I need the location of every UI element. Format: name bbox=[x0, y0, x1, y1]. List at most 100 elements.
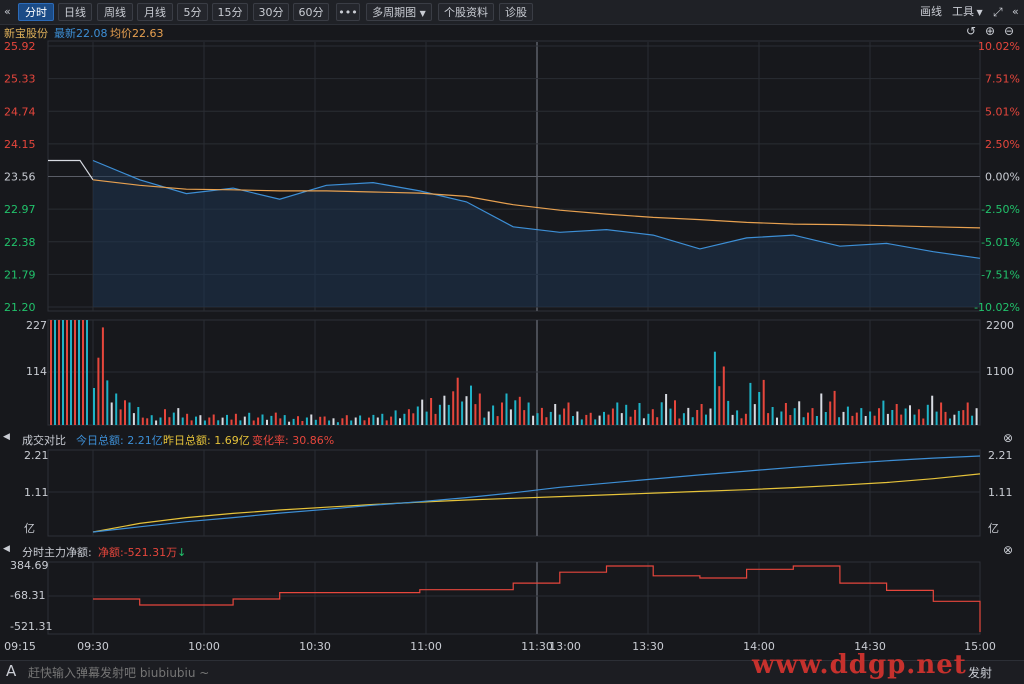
zoom-out-icon[interactable]: ⊖ bbox=[1004, 24, 1014, 38]
volume-bar bbox=[696, 410, 699, 425]
volume-bar bbox=[563, 408, 566, 425]
volume-bar bbox=[274, 412, 277, 425]
send-button[interactable]: 发射 bbox=[968, 664, 992, 681]
collapse-panel-icon[interactable]: ◀ bbox=[3, 544, 10, 554]
close-panel-icon[interactable]: ⊗ bbox=[1003, 543, 1013, 557]
net-flow-value: 净额:-521.31万↓ bbox=[98, 544, 186, 560]
volume-bar bbox=[873, 415, 876, 425]
price-tick-label: 23.56 bbox=[4, 171, 36, 184]
volume-bar bbox=[957, 410, 960, 425]
volume-bar bbox=[385, 420, 388, 425]
volume-bar bbox=[727, 400, 730, 425]
volume-bar bbox=[705, 414, 707, 425]
flow-tick-label: -521.31 bbox=[10, 620, 52, 633]
volume-bar bbox=[190, 420, 193, 425]
volume-bar bbox=[882, 400, 885, 425]
volume-bar bbox=[70, 320, 72, 425]
pct-tick-label: -5.01% bbox=[981, 236, 1020, 249]
volume-bar bbox=[589, 412, 592, 425]
volume-bar bbox=[713, 351, 716, 425]
close-panel-icon[interactable]: ⊗ bbox=[1003, 431, 1013, 445]
volume-bar bbox=[150, 415, 153, 425]
volume-bar bbox=[399, 418, 401, 425]
font-a-icon[interactable]: A bbox=[6, 662, 16, 680]
volume-bar bbox=[328, 420, 331, 425]
volume-bar bbox=[634, 409, 637, 425]
volume-bar bbox=[762, 379, 765, 425]
volume-bar bbox=[855, 412, 858, 425]
compare-tick-label: 1.11 bbox=[24, 486, 49, 499]
volume-bar bbox=[669, 408, 672, 425]
time-tick-label: 10:00 bbox=[188, 640, 220, 653]
volume-bar bbox=[607, 414, 610, 425]
volume-bar bbox=[935, 411, 938, 425]
vol-tick-label: 227 bbox=[26, 319, 47, 332]
volume-bar bbox=[447, 404, 450, 425]
volume-bar bbox=[749, 382, 752, 425]
volume-bar bbox=[931, 395, 934, 425]
time-tick-label: 11:30 bbox=[521, 640, 553, 653]
volume-bar bbox=[678, 418, 681, 425]
volume-bar bbox=[536, 413, 539, 425]
chart-grid bbox=[47, 40, 981, 635]
volume-bar bbox=[208, 417, 211, 425]
price-tick-label: 21.79 bbox=[4, 268, 36, 281]
volume-bar bbox=[620, 413, 623, 425]
arrow-down-icon: ↓ bbox=[177, 546, 187, 559]
undo-icon[interactable]: ↺ bbox=[966, 24, 976, 38]
volume-bar bbox=[310, 414, 313, 425]
volume-bar bbox=[168, 417, 171, 425]
volume-bar bbox=[195, 416, 197, 425]
volume-bar bbox=[807, 412, 809, 425]
volume-bar bbox=[572, 416, 574, 425]
volume-bar bbox=[656, 417, 659, 425]
volume-bar bbox=[567, 402, 570, 425]
volume-bar bbox=[869, 411, 872, 425]
volume-bar bbox=[665, 394, 668, 425]
volume-bar bbox=[917, 409, 920, 425]
volume-bar bbox=[784, 403, 787, 425]
volume-bar bbox=[239, 420, 242, 425]
yesterday-turnover: 昨日总额: 1.69亿 bbox=[163, 434, 250, 447]
volume-bar bbox=[802, 417, 805, 425]
price-tick-label: 25.33 bbox=[4, 73, 36, 86]
volume-bar bbox=[470, 385, 472, 425]
volume-bar bbox=[718, 386, 721, 425]
volume-bar bbox=[234, 413, 237, 425]
pct-tick-label: 2.50% bbox=[985, 138, 1020, 151]
volume-bar bbox=[891, 410, 894, 425]
volume-bar bbox=[110, 402, 113, 425]
volume-bar bbox=[354, 417, 357, 425]
volume-bar bbox=[687, 407, 690, 425]
compare-tick-label: 2.21 bbox=[988, 449, 1013, 462]
volume-bar bbox=[226, 414, 228, 425]
volume-bar bbox=[598, 415, 601, 425]
volume-bar bbox=[341, 418, 344, 425]
volume-bar bbox=[922, 418, 925, 425]
volume-bar bbox=[288, 421, 291, 425]
volume-bar bbox=[452, 391, 455, 425]
volume-bar bbox=[186, 413, 189, 425]
volume-bar bbox=[576, 411, 579, 425]
volume-bar bbox=[252, 420, 255, 425]
volume-bar bbox=[532, 415, 535, 425]
pct-tick-label: -7.51% bbox=[981, 268, 1020, 281]
danmaku-input[interactable] bbox=[26, 663, 730, 683]
volume-bar bbox=[642, 418, 645, 425]
volume-bar bbox=[483, 417, 486, 425]
zoom-in-icon[interactable]: ⊕ bbox=[985, 24, 995, 38]
intraday-chart: 25.92 25.33 24.74 24.15 23.56 22.97 22.38 21.79… bbox=[4, 40, 1020, 653]
volume-bar bbox=[58, 320, 60, 425]
volume-bar bbox=[545, 417, 548, 425]
axis-labels: 25.92 25.33 24.74 24.15 23.56 22.97 22.38 21.79… bbox=[4, 40, 1020, 653]
compare-title: 成交对比 bbox=[22, 434, 66, 447]
volume-bar bbox=[518, 396, 521, 425]
volume-bar bbox=[554, 404, 557, 425]
volume-bar bbox=[345, 415, 348, 425]
volume-bar bbox=[913, 414, 916, 425]
flow-tick-label: -68.31 bbox=[10, 589, 45, 602]
pct-tick-label: 5.01% bbox=[985, 105, 1020, 118]
volume-bar bbox=[305, 417, 308, 425]
collapse-panel-icon[interactable]: ◀ bbox=[3, 432, 10, 442]
volume-bar bbox=[829, 401, 832, 425]
